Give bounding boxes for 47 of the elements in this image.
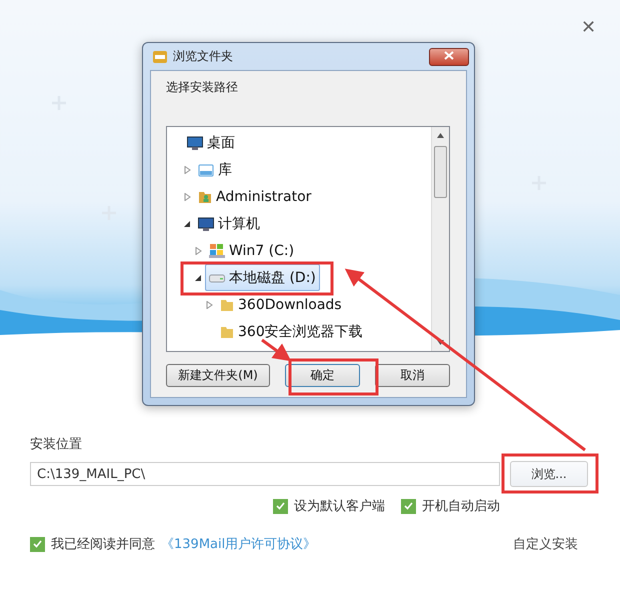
dialog-button[interactable]: 新建文件夹(M) — [166, 364, 270, 387]
check-icon — [404, 502, 413, 510]
folder-tree-item[interactable]: 360Downloads — [216, 291, 346, 318]
folder-tree-item[interactable]: 计算机 — [194, 210, 264, 237]
desktop-icon — [187, 136, 203, 150]
library-icon — [198, 162, 214, 176]
folder-tree-item[interactable]: 库 — [194, 156, 236, 183]
expanded-arrow-icon[interactable] — [195, 274, 202, 282]
check-icon — [276, 502, 285, 510]
dialog-title: 浏览文件夹 — [173, 48, 234, 65]
agreement-checkbox[interactable]: 我已经阅读并同意 — [30, 535, 155, 553]
check-icon — [33, 540, 42, 548]
app-icon — [153, 50, 167, 62]
close-button[interactable]: ✕ — [579, 14, 598, 40]
scroll-thumb[interactable] — [434, 146, 447, 198]
scrollbar[interactable] — [431, 127, 449, 351]
dialog-button[interactable]: 取消 — [375, 364, 450, 387]
browse-button[interactable]: 浏览... — [510, 461, 588, 487]
install-location-label: 安装位置 — [30, 436, 83, 453]
folder-tree-item[interactable]: Administrator — [194, 183, 316, 210]
user-folder-icon — [198, 189, 212, 204]
folder-icon — [220, 297, 234, 312]
collapsed-arrow-icon[interactable] — [184, 166, 191, 174]
drive-icon — [209, 272, 225, 282]
collapsed-arrow-icon[interactable] — [184, 192, 191, 200]
option-checkbox[interactable]: 设为默认客户端 — [273, 497, 385, 515]
scroll-up-icon[interactable] — [437, 133, 444, 138]
dialog-prompt: 选择安装路径 — [166, 79, 239, 96]
computer-icon — [198, 216, 214, 230]
expanded-arrow-icon[interactable] — [184, 220, 191, 228]
folder-tree-item[interactable]: 本地磁盘 (D:) — [205, 264, 320, 291]
scroll-down-icon[interactable] — [437, 340, 444, 345]
folder-icon — [220, 324, 234, 339]
close-button[interactable] — [429, 48, 469, 66]
option-checkbox[interactable]: 开机自动启动 — [401, 497, 500, 515]
collapsed-arrow-icon[interactable] — [206, 300, 213, 308]
install-path-field[interactable]: C:\139_MAIL_PC\ — [30, 462, 500, 486]
folder-tree-item[interactable]: 桌面 — [183, 129, 239, 156]
folder-tree-item[interactable]: Win7 (C:) — [205, 237, 298, 264]
dialog-button[interactable]: 确定 — [285, 364, 360, 387]
license-link[interactable]: 《139Mail用户许可协议》 — [161, 535, 316, 553]
close-icon — [444, 50, 454, 60]
custom-install-link[interactable]: 自定义安装 — [513, 535, 578, 553]
folder-tree-item[interactable]: 360安全浏览器下载 — [216, 318, 367, 345]
collapsed-arrow-icon[interactable] — [195, 246, 202, 254]
windows-drive-icon — [209, 243, 225, 258]
arrow — [261, 338, 292, 362]
